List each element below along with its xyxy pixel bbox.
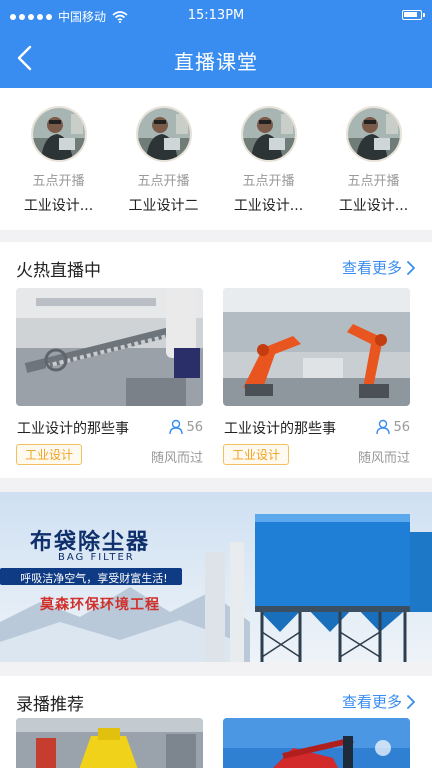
avatar (30, 106, 87, 162)
teacher-item[interactable]: 五点开播 工业设计... (221, 88, 317, 230)
live-card[interactable]: 工业设计的那些事 56 工业设计 随风而过 (16, 288, 203, 466)
chevron-right-icon (407, 260, 415, 275)
header: 中国移动 15:13PM 直播课堂 (0, 0, 432, 88)
user-icon (376, 419, 391, 435)
card-thumbnail (16, 288, 203, 406)
banner-subtitle: BAG FILTER (58, 552, 135, 563)
status-time: 15:13PM (187, 8, 245, 23)
chevron-right-icon (407, 694, 415, 709)
teacher-time: 五点开播 (137, 174, 190, 189)
teacher-item[interactable]: 五点开播 工业设计... (326, 88, 422, 230)
teacher-name: 工业设计二 (128, 198, 199, 214)
recorded-card-thumbnail[interactable] (223, 718, 410, 768)
banner-company: 莫森环保环境工程 (40, 597, 160, 613)
view-more-link[interactable]: 查看更多 (342, 257, 416, 278)
author-name: 随风而过 (150, 451, 203, 466)
app-root: 中国移动 15:13PM 直播课堂 五点开播 工业设计... 五点开播 工业设计… (0, 0, 432, 768)
card-title: 工业设计的那些事 (17, 421, 129, 437)
teacher-name: 工业设计... (233, 198, 304, 214)
viewer-count: 56 (375, 419, 410, 435)
battery-icon (402, 10, 425, 20)
hot-live-section: 火热直播中 查看更多 工业设计的那些事 56 工业设计 随风而过 工业设计的那些… (0, 242, 432, 478)
viewer-number: 56 (393, 419, 410, 435)
teacher-item[interactable]: 五点开播 工业设计... (11, 88, 107, 230)
teacher-time: 五点开播 (32, 174, 85, 189)
avatar (345, 106, 402, 162)
view-more-link[interactable]: 查看更多 (342, 691, 416, 712)
recorded-section: 录播推荐 查看更多 (0, 676, 432, 768)
view-more-label: 查看更多 (341, 693, 402, 711)
viewer-number: 56 (186, 419, 203, 435)
category-tag[interactable]: 工业设计 (16, 444, 83, 465)
section-title: 火热直播中 (16, 261, 101, 281)
page-title: 直播课堂 (174, 50, 258, 74)
category-tag[interactable]: 工业设计 (223, 444, 290, 465)
view-more-label: 查看更多 (341, 259, 402, 277)
banner-slogan: 呼吸洁净空气，享受财富生活! (20, 572, 168, 585)
card-thumbnail (223, 288, 410, 406)
teacher-time: 五点开播 (242, 174, 295, 189)
user-icon (169, 419, 184, 435)
teacher-name: 工业设计... (338, 198, 409, 214)
section-title: 录播推荐 (16, 695, 84, 715)
status-bar: 中国移动 15:13PM (0, 0, 432, 30)
recorded-card-thumbnail[interactable] (16, 718, 203, 768)
teacher-time: 五点开播 (347, 174, 400, 189)
author-name: 随风而过 (357, 451, 410, 466)
teacher-item[interactable]: 五点开播 工业设计二 (116, 88, 212, 230)
promo-banner[interactable]: 布袋除尘器 BAG FILTER 呼吸洁净空气，享受财富生活! 莫森环保环境工程 (0, 492, 432, 662)
teacher-name: 工业设计... (23, 198, 94, 214)
avatar (135, 106, 192, 162)
avatar (240, 106, 297, 162)
viewer-count: 56 (168, 419, 203, 435)
live-card[interactable]: 工业设计的那些事 56 工业设计 随风而过 (223, 288, 410, 466)
card-title: 工业设计的那些事 (224, 421, 336, 437)
teacher-list: 五点开播 工业设计... 五点开播 工业设计二 五点开播 工业设计... 五点开… (0, 88, 432, 230)
